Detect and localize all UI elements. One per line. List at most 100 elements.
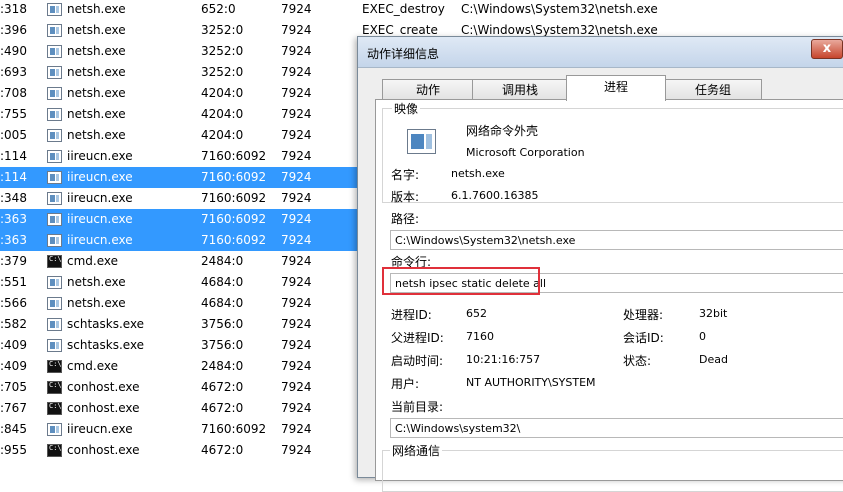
app-description: 网络命令外壳 — [466, 124, 539, 138]
session-value: 0 — [699, 330, 706, 343]
console-app-icon — [47, 398, 62, 415]
application-icon — [47, 297, 62, 310]
value-cell: 7924 — [281, 317, 312, 331]
pid-cell: 2484:0 — [201, 254, 244, 268]
application-icon — [47, 171, 62, 184]
seq-cell: :379 — [0, 254, 27, 268]
pid-cell: 4672:0 — [201, 401, 244, 415]
seq-cell: :409 — [0, 338, 27, 352]
cpu-value: 32bit — [699, 307, 728, 320]
pid-cell: 3252:0 — [201, 65, 244, 79]
application-icon — [47, 108, 62, 121]
seq-cell: :551 — [0, 275, 27, 289]
state-value: Dead — [699, 353, 728, 366]
seq-cell: :490 — [0, 44, 27, 58]
console-app-icon — [47, 251, 62, 268]
session-label: 会话ID: — [623, 331, 664, 345]
dialog-title-bar: 动作详细信息 x — [358, 37, 843, 68]
path-field[interactable]: C:\Windows\System32\netsh.exe — [390, 230, 843, 250]
path-label: 路径: — [391, 212, 420, 226]
name-value: netsh.exe — [451, 167, 505, 180]
image-group-label: 映像 — [392, 100, 421, 117]
pid-cell: 3756:0 — [201, 317, 244, 331]
process-name: netsh.exe — [67, 2, 126, 16]
seq-cell: :114 — [0, 170, 27, 184]
seq-cell: :955 — [0, 443, 27, 457]
value-cell: 7924 — [281, 296, 312, 310]
process-name: schtasks.exe — [67, 338, 145, 352]
tab-call-stack[interactable]: 调用栈 — [472, 79, 568, 100]
application-icon — [47, 192, 62, 205]
console-app-icon — [47, 440, 62, 457]
application-icon — [47, 150, 62, 163]
application-icon — [47, 423, 62, 436]
pid-cell: 3252:0 — [201, 44, 244, 58]
tab-process[interactable]: 进程 — [566, 75, 666, 101]
seq-cell: :708 — [0, 86, 27, 100]
cwd-label: 当前目录: — [391, 400, 444, 414]
application-icon — [47, 234, 62, 247]
value-cell: 7924 — [281, 380, 312, 394]
close-button[interactable]: x — [811, 39, 843, 59]
value-cell: 7924 — [281, 170, 312, 184]
seq-cell: :409 — [0, 359, 27, 373]
application-icon — [47, 87, 62, 100]
table-row[interactable]: :318 netsh.exe 652:0 7924 EXEC_destroy C:\Win… — [0, 0, 843, 20]
pid-cell: 4672:0 — [201, 380, 244, 394]
pid-cell: 3252:0 — [201, 23, 244, 37]
console-app-icon — [47, 377, 62, 394]
seq-cell: :582 — [0, 317, 27, 331]
seq-cell: :845 — [0, 422, 27, 436]
start-time-value: 10:21:16:757 — [466, 353, 541, 366]
value-cell: 7924 — [281, 86, 312, 100]
company-name: Microsoft Corporation — [466, 146, 585, 159]
tab-task-group[interactable]: 任务组 — [664, 79, 762, 100]
seq-cell: :705 — [0, 380, 27, 394]
process-name: iireucn.exe — [67, 170, 133, 184]
application-icon — [47, 213, 62, 226]
process-name: netsh.exe — [67, 65, 126, 79]
process-name: conhost.exe — [67, 401, 140, 415]
value-cell: 7924 — [281, 65, 312, 79]
tab-action[interactable]: 动作 — [382, 79, 474, 100]
pid-cell: 7160:6092 — [201, 422, 267, 436]
seq-cell: :005 — [0, 128, 27, 142]
application-icon — [47, 129, 62, 142]
value-cell: 7924 — [281, 212, 312, 226]
user-label: 用户: — [391, 377, 420, 391]
pid-cell: 4204:0 — [201, 107, 244, 121]
pid-cell: 4204:0 — [201, 86, 244, 100]
application-icon — [47, 318, 62, 331]
seq-cell: :566 — [0, 296, 27, 310]
value-cell: 7924 — [281, 23, 312, 37]
seq-cell: :114 — [0, 149, 27, 163]
process-name: netsh.exe — [67, 44, 126, 58]
application-icon — [47, 24, 62, 37]
process-name: netsh.exe — [67, 107, 126, 121]
pid-cell: 7160:6092 — [201, 170, 267, 184]
pid-cell: 7160:6092 — [201, 212, 267, 226]
application-icon — [47, 276, 62, 289]
application-icon — [47, 45, 62, 58]
pid-cell: 3756:0 — [201, 338, 244, 352]
value-cell: 7924 — [281, 233, 312, 247]
seq-cell: :755 — [0, 107, 27, 121]
name-label: 名字: — [391, 168, 420, 182]
start-time-label: 启动时间: — [391, 354, 444, 368]
seq-cell: :348 — [0, 191, 27, 205]
application-icon — [47, 339, 62, 352]
process-name: netsh.exe — [67, 86, 126, 100]
value-cell: 7924 — [281, 254, 312, 268]
pid-cell: 4672:0 — [201, 443, 244, 457]
value-cell: 7924 — [281, 443, 312, 457]
process-tab-page: 映像 网络命令外壳 Microsoft Corporation 名字: nets… — [375, 99, 843, 492]
cwd-field[interactable]: C:\Windows\system32\ — [390, 418, 843, 438]
seq-cell: :767 — [0, 401, 27, 415]
process-name: netsh.exe — [67, 128, 126, 142]
pid-cell: 2484:0 — [201, 359, 244, 373]
console-app-icon — [47, 356, 62, 373]
process-name: conhost.exe — [67, 443, 140, 457]
value-cell: 7924 — [281, 44, 312, 58]
seq-cell: :396 — [0, 23, 27, 37]
process-name: cmd.exe — [67, 359, 119, 373]
